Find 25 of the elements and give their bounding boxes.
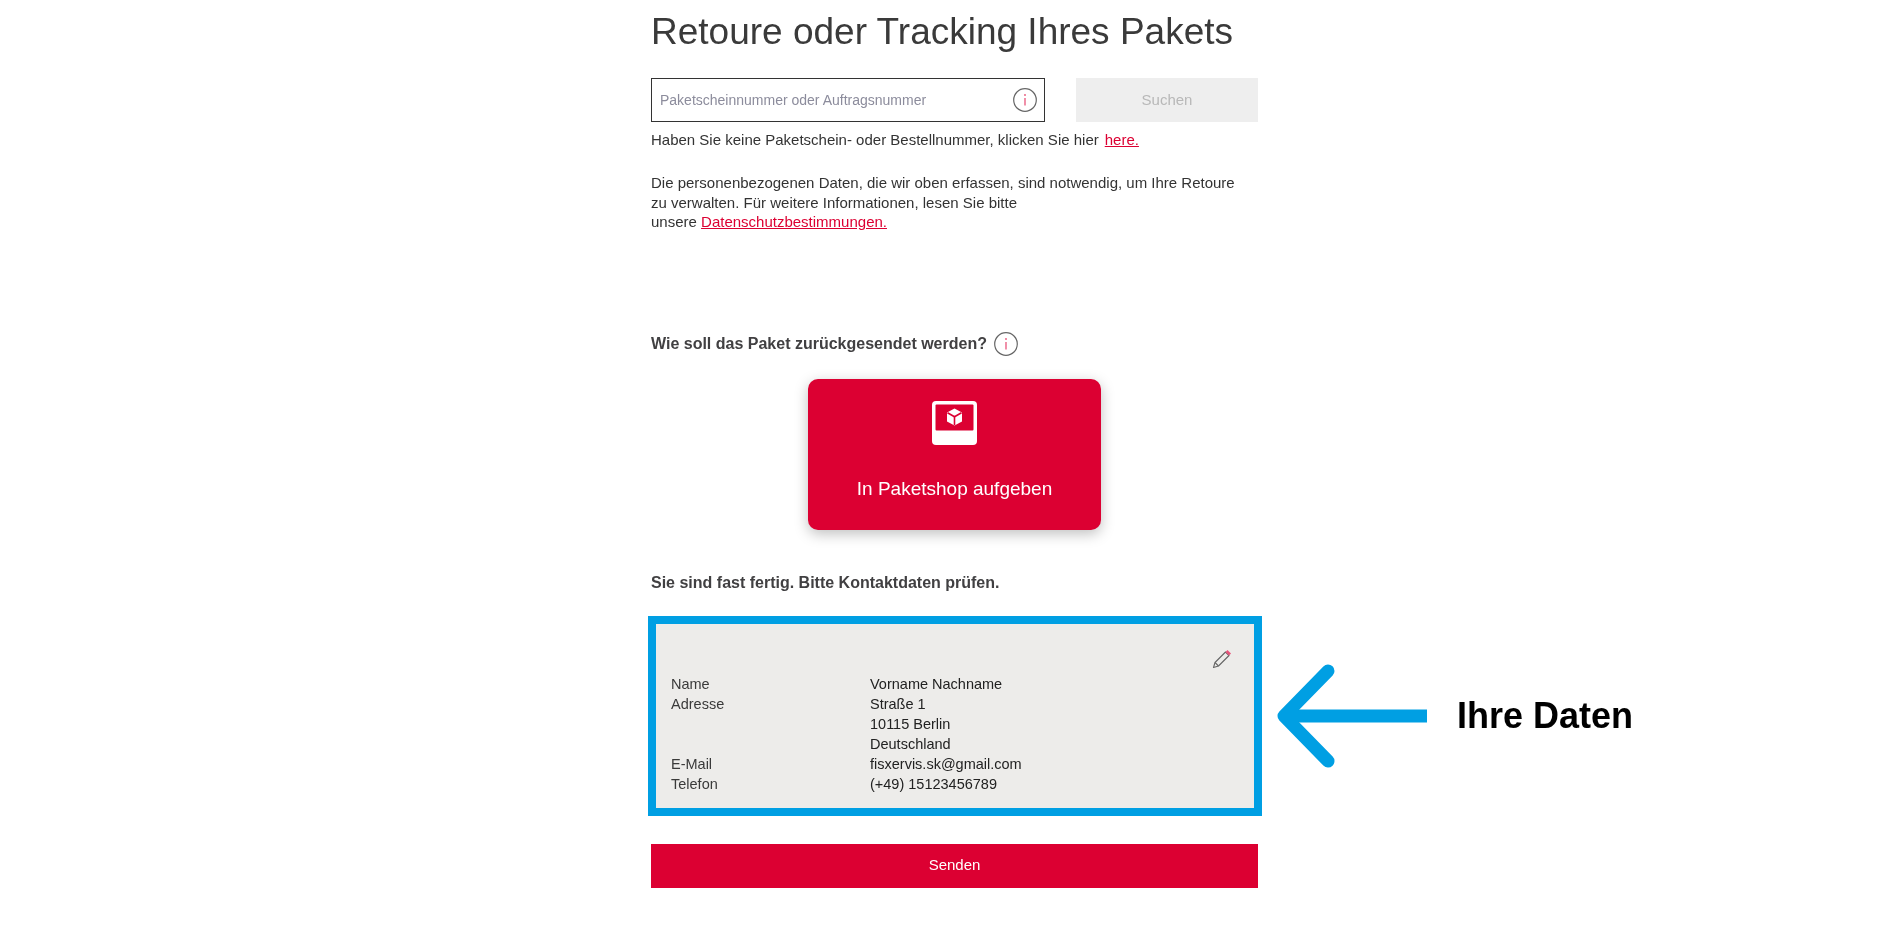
contact-label: Telefon	[671, 774, 719, 794]
contact-value: 10115 Berlin	[870, 714, 952, 734]
no-number-hint: Haben Sie keine Paketschein- oder Bestellnummer, klicken Sie hier here.	[651, 130, 1140, 150]
here-link[interactable]: here.	[1104, 131, 1139, 148]
contact-value: (+49) 15123456789	[870, 774, 998, 794]
page-title: Retoure oder Tracking Ihres Pakets	[651, 10, 1234, 54]
send-button[interactable]: Senden	[651, 843, 1258, 888]
contact-value: Deutschland	[870, 734, 952, 754]
privacy-policy-link[interactable]: Datenschutzbestimmungen.	[701, 213, 887, 230]
edit-pencil-icon[interactable]	[1212, 648, 1232, 669]
contact-label: Adresse	[671, 694, 726, 714]
search-field[interactable]: Paketscheinnummer oder Auftragsnummer	[651, 78, 1045, 122]
return-method-question: Wie soll das Paket zurückgesendet werden?	[651, 333, 987, 354]
contact-value: Vorname Nachname	[870, 674, 1004, 694]
return-option-card[interactable]: In Paketshop aufgeben	[808, 378, 1101, 530]
annotation-label: Ihre Daten	[1457, 693, 1634, 738]
contact-label: Name	[671, 674, 711, 694]
contact-value: Straße 1	[870, 694, 927, 714]
info-icon[interactable]	[993, 331, 1018, 356]
privacy-note: Die personenbezogenen Daten, die wir oben erfassen, sind notwendig, um Ihre Retoure zu verwalten. Für weitere Informationen, lesen Sie bitte unsere Datenschutzbestimmungen.	[651, 173, 1236, 232]
parcel-shop-icon	[932, 400, 977, 445]
contact-value: fisxervis.sk@gmail.com	[870, 754, 1023, 774]
info-icon[interactable]	[1013, 88, 1037, 112]
contact-heading: Sie sind fast fertig. Bitte Kontaktdaten prüfen.	[651, 572, 1001, 593]
contact-label: E-Mail	[671, 754, 714, 774]
